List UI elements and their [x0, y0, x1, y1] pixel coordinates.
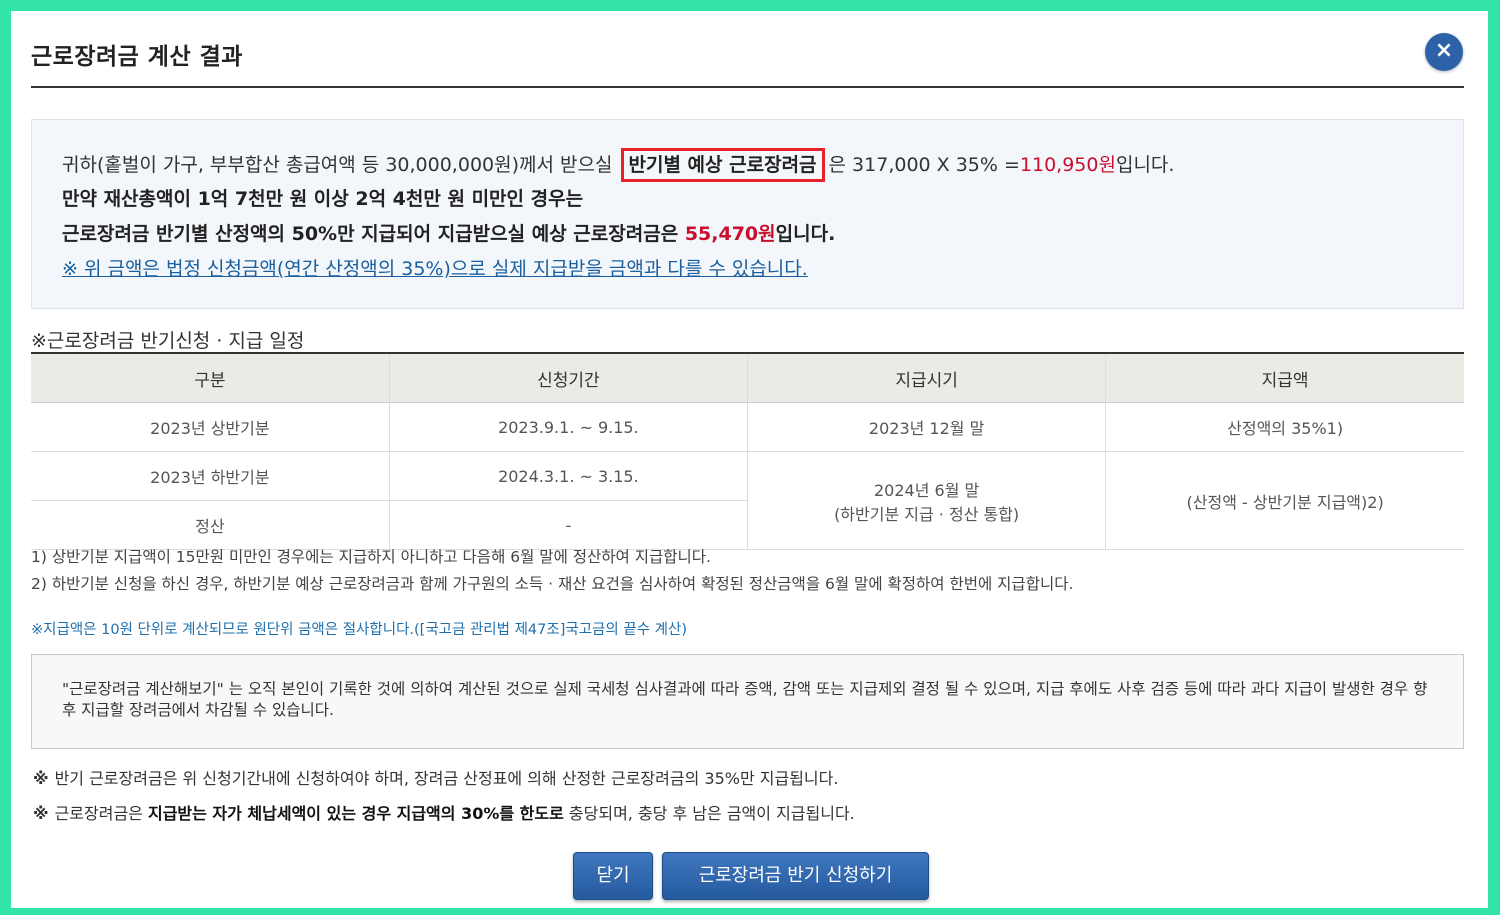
summary-line-1-post: 입니다. [1115, 154, 1175, 176]
summary-line-1-pre: 귀하(홑벌이 가구, 부부합산 총급여액 등 30,000,000원)께서 받으… [62, 154, 613, 176]
bullet-note-2-pre: 근로장려금은 [54, 804, 148, 823]
bullet-note-1-text: 반기 근로장려금은 위 신청기간내에 신청하여야 하며, 장려금 산정표에 의해… [54, 769, 839, 788]
cell-category: 2023년 하반기분 [31, 451, 390, 501]
cell-category: 2023년 상반기분 [31, 402, 390, 452]
summary-line-1-mid: 은 317,000 X 35% = [828, 154, 1020, 176]
summary-line-1: 귀하(홑벌이 가구, 부부합산 총급여액 등 30,000,000원)께서 받으… [62, 148, 1175, 182]
summary-line-3-pre: 근로장려금 반기별 산정액의 50%만 지급되어 지급받으실 예상 근로장려금은 [62, 223, 685, 245]
result-summary-box: 귀하(홑벌이 가구, 부부합산 총급여액 등 30,000,000원)께서 받으… [31, 119, 1464, 309]
schedule-table: 구분 신청기간 지급시기 지급액 2023년 상반기분 2023.9.1. ~ … [31, 352, 1464, 550]
cell-apply-period: 2023.9.1. ~ 9.15. [388, 402, 748, 452]
summary-line-3: 근로장려금 반기별 산정액의 50%만 지급되어 지급받으실 예상 근로장려금은… [62, 219, 835, 246]
highlighted-term: 반기별 예상 근로장려금 [620, 148, 825, 182]
cell-payment-amount: 산정액의 35%1) [1105, 402, 1464, 452]
close-button[interactable]: 닫기 [573, 852, 653, 900]
cell-apply-period: 2024.3.1. ~ 3.15. [388, 451, 748, 501]
table-row: 2023년 상반기분 2023.9.1. ~ 9.15. 2023년 12월 말… [31, 402, 1464, 452]
summary-line-3-post: 입니다. [775, 223, 836, 245]
cell-payment-time: 2023년 12월 말 [746, 402, 1106, 452]
header-category: 구분 [31, 352, 390, 403]
summary-line-2: 만약 재산총액이 1억 7천만 원 이상 2억 4천만 원 미만인 경우는 [62, 188, 584, 210]
reference-mark-icon: ※ [33, 804, 49, 823]
bullet-note-2: ※ 근로장려금은 지급받는 자가 체납세액이 있는 경우 지급액의 30%를 한도… [33, 800, 855, 824]
schedule-title: ※근로장려금 반기신청 · 지급 일정 [31, 330, 305, 352]
disclaimer-box: "근로장려금 계산해보기" 는 오직 본인이 기록한 것에 의하여 계산된 것으… [31, 654, 1464, 749]
cell-payment-time-merged: 2024년 6월 말 (하반기분 지급 · 정산 통합) [746, 451, 1106, 550]
reduced-amount: 55,470원 [684, 223, 776, 245]
cell-payment-amount-merged: (산정액 - 상반기분 지급액)2) [1105, 451, 1464, 550]
result-modal: 근로장려금 계산 결과 × 귀하(홑벌이 가구, 부부합산 총급여액 등 30,… [11, 11, 1488, 908]
bullet-note-2-post: 충당되며, 충당 후 남은 금액이 지급됩니다. [563, 804, 855, 823]
apply-half-year-button[interactable]: 근로장려금 반기 신청하기 [662, 852, 929, 900]
reference-mark-icon: ※ [33, 769, 49, 788]
merged-payment-time-sub: (하반기분 지급 · 정산 통합) [834, 504, 1020, 524]
header-payment-amount: 지급액 [1105, 352, 1464, 403]
close-icon[interactable]: × [1425, 33, 1463, 71]
half-year-amount: 110,950원 [1019, 154, 1116, 176]
bullet-note-2-bold: 지급받는 자가 체납세액이 있는 경우 지급액의 30%를 한도로 [147, 804, 564, 823]
header-payment-time: 지급시기 [746, 352, 1106, 403]
legal-amount-link[interactable]: ※ 위 금액은 법정 신청금액(연간 산정액의 35%)으로 실제 지급받을 금… [62, 254, 808, 281]
bullet-note-1: ※ 반기 근로장려금은 위 신청기간내에 신청하여야 하며, 장려금 산정표에 의… [33, 765, 838, 789]
footnote-2: 2) 하반기분 신청을 하신 경우, 하반기분 예상 근로장려금과 함께 가구원… [31, 575, 1074, 593]
schedule-header-row: 구분 신청기간 지급시기 지급액 [31, 352, 1464, 403]
rounding-note: ※지급액은 10원 단위로 계산되므로 원단위 금액은 절사합니다.([국고금 … [31, 622, 687, 638]
cell-apply-period: - [388, 500, 748, 550]
table-row: 2023년 하반기분 2024.3.1. ~ 3.15. 2024년 6월 말 … [31, 451, 1464, 550]
cell-category: 정산 [31, 500, 390, 550]
merged-payment-time: 2024년 6월 말 [874, 480, 980, 500]
title-divider [31, 86, 1464, 88]
modal-title: 근로장려금 계산 결과 [31, 44, 243, 70]
footnote-1: 1) 상반기분 지급액이 15만원 미만인 경우에는 지급하지 아니하고 다음해… [31, 548, 711, 566]
header-apply-period: 신청기간 [388, 352, 748, 403]
